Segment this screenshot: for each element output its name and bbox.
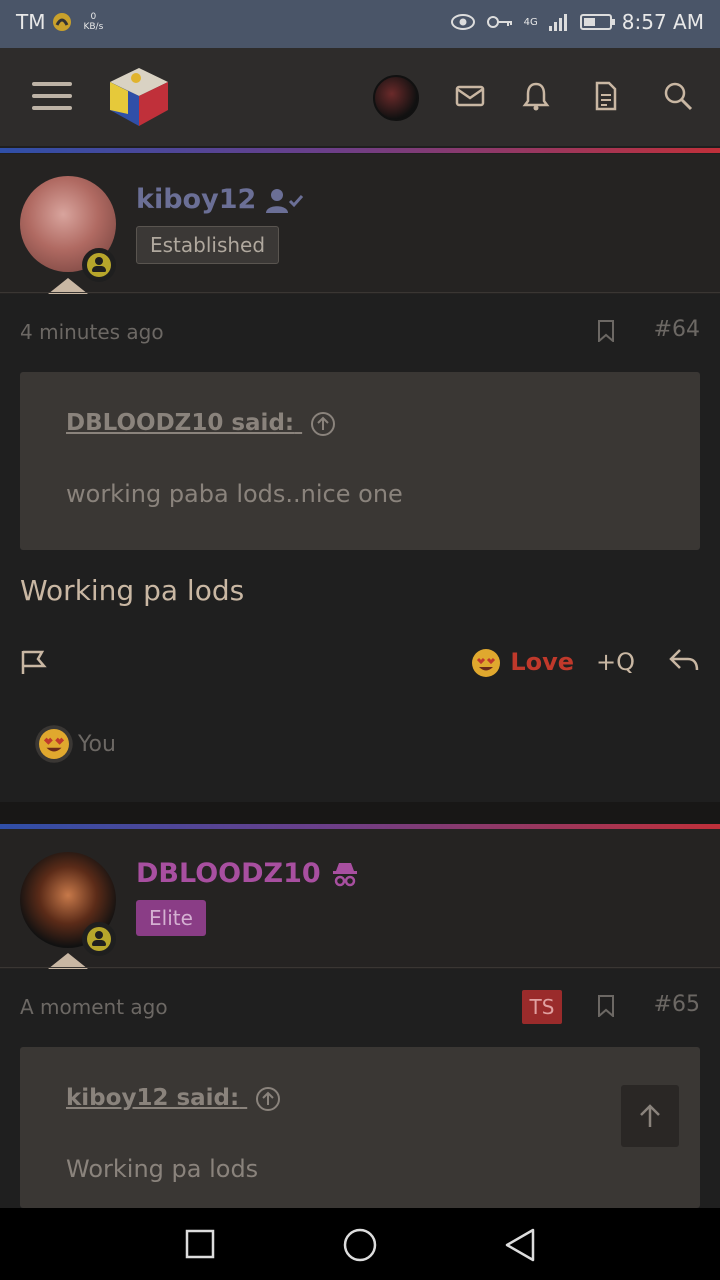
bell-icon[interactable]	[518, 78, 554, 114]
love-emoji-icon	[472, 649, 500, 677]
flag-icon[interactable]	[20, 648, 48, 676]
document-icon[interactable]	[588, 78, 624, 114]
search-icon[interactable]	[660, 78, 696, 114]
reactions-summary[interactable]: You	[34, 724, 116, 764]
username[interactable]: DBLOODZ10	[136, 858, 360, 889]
multiquote-button[interactable]: +Q	[596, 648, 635, 676]
mail-icon[interactable]	[452, 78, 488, 114]
quote-text: working paba lods..nice one	[66, 480, 403, 508]
quote-block: DBLOODZ10 said: working paba lods..nice …	[20, 372, 700, 550]
scroll-to-top-button[interactable]	[621, 1085, 679, 1147]
recent-apps-button[interactable]	[185, 1229, 215, 1259]
reacted-by: You	[78, 731, 116, 757]
clock: 8:57 AM	[621, 10, 704, 34]
battery-icon	[579, 14, 615, 30]
data-speed: 0 KB/s	[83, 12, 104, 32]
divider	[0, 292, 720, 293]
post-number[interactable]: #64	[654, 317, 700, 342]
user-title-badge: Established	[136, 226, 280, 264]
bookmark-icon[interactable]	[597, 320, 615, 342]
eye-icon	[450, 14, 475, 30]
network-label: 4G	[523, 16, 538, 28]
status-bar: TM 0 KB/s 4G 8:57 AM	[0, 0, 720, 48]
online-status-icon	[82, 248, 116, 282]
quote-text: Working pa lods	[66, 1155, 259, 1183]
signal-icon	[548, 14, 567, 31]
user-verified-icon	[265, 188, 303, 213]
post-body: Working pa lods	[20, 574, 245, 607]
arrow-up-icon	[640, 1104, 660, 1127]
post-separator	[0, 802, 720, 824]
user-avatar[interactable]	[373, 75, 419, 121]
quote-author[interactable]: kiboy12 said:	[66, 1085, 281, 1112]
site-logo[interactable]	[106, 64, 172, 130]
system-navigation-bar	[0, 1208, 720, 1280]
vpn-key-icon	[53, 13, 72, 31]
online-status-icon	[82, 922, 116, 956]
post-time[interactable]: A moment ago	[20, 995, 168, 1019]
home-button[interactable]	[342, 1227, 378, 1263]
love-emoji-icon	[35, 725, 73, 763]
user-title-badge: Elite	[136, 900, 206, 936]
arrow-up-circle-icon[interactable]	[255, 1086, 281, 1112]
post-number[interactable]: #65	[654, 992, 700, 1017]
quote-author[interactable]: DBLOODZ10 said:	[66, 410, 336, 437]
bookmark-icon[interactable]	[597, 995, 615, 1017]
quote-block: kiboy12 said: Working pa lods	[20, 1047, 700, 1208]
divider	[0, 967, 720, 968]
username[interactable]: kiboy12	[136, 184, 304, 215]
thread-starter-badge: TS	[522, 990, 562, 1024]
arrow-up-circle-icon[interactable]	[310, 411, 336, 437]
back-button[interactable]	[503, 1227, 537, 1263]
love-reaction-button[interactable]: Love	[470, 647, 574, 679]
reply-icon[interactable]	[668, 646, 700, 676]
incognito-icon	[333, 862, 358, 886]
carrier-label: TM	[16, 10, 46, 34]
key-icon	[486, 16, 512, 28]
nav-divider	[0, 148, 720, 153]
post-time[interactable]: 4 minutes ago	[20, 320, 164, 344]
menu-icon[interactable]	[32, 82, 72, 112]
